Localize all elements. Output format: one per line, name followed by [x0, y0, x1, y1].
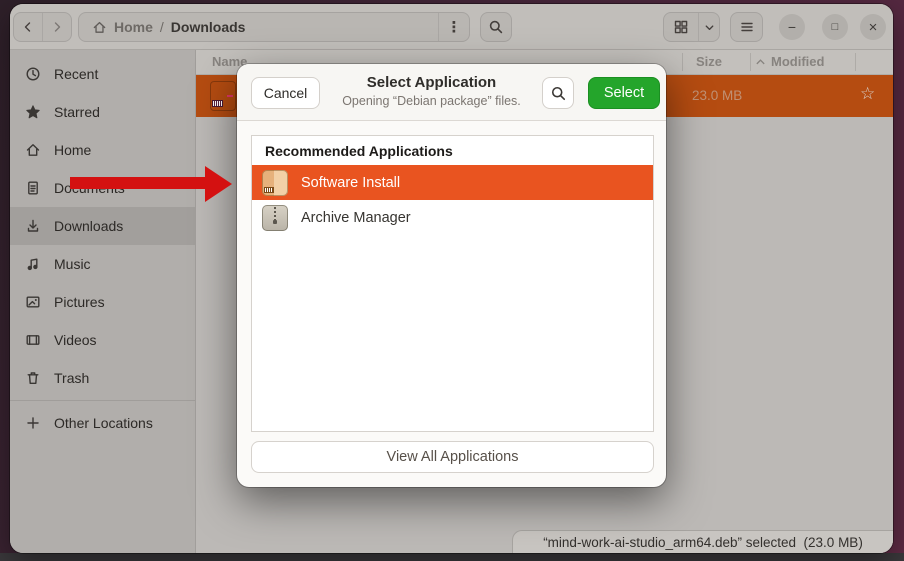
section-header: Recommended Applications [252, 136, 653, 165]
nav-buttons [13, 12, 72, 42]
menu-dots-icon: ⋮ [447, 18, 462, 36]
sidebar-separator [10, 400, 195, 401]
annotation-arrow [60, 158, 240, 214]
sidebar-item-music[interactable]: Music [10, 245, 195, 283]
dialog-headerbar: Cancel Select Application Opening “Debia… [237, 64, 666, 121]
location-menu-button[interactable]: ⋮ [438, 13, 469, 41]
sidebar-item-label: Pictures [54, 294, 105, 310]
column-divider [682, 53, 683, 71]
headerbar: Home / Downloads ⋮ [10, 4, 893, 50]
sidebar-item-label: Music [54, 256, 91, 272]
star-icon [25, 104, 41, 120]
app-row-software-install[interactable]: Software Install [252, 165, 653, 200]
dialog-subtitle: Opening “Debian package” files. [327, 94, 536, 108]
sidebar-item-label: Recent [54, 66, 98, 82]
sidebar-item-recent[interactable]: Recent [10, 55, 195, 93]
selection-status-text: “mind-work-ai-studio_arm64.deb” selected… [543, 535, 863, 550]
minimize-button[interactable]: − [779, 14, 805, 40]
download-icon [25, 218, 41, 234]
app-name: Archive Manager [301, 210, 411, 226]
sidebar-item-label: Starred [54, 104, 100, 120]
app-name: Software Install [301, 175, 400, 191]
breadcrumb-separator: / [160, 19, 164, 35]
grid-view-button[interactable] [664, 13, 698, 41]
video-icon [25, 332, 41, 348]
close-icon: × [869, 20, 878, 35]
dialog-search-button[interactable] [542, 77, 574, 109]
column-header-size[interactable]: Size [696, 54, 722, 69]
close-button[interactable]: × [860, 14, 886, 40]
minimize-icon: − [788, 20, 796, 34]
grid-view-icon [673, 19, 689, 35]
chevron-down-icon [703, 21, 716, 34]
view-options-button[interactable] [698, 13, 719, 41]
picture-icon [25, 294, 41, 310]
sidebar-item-label: Trash [54, 370, 89, 386]
search-icon [488, 19, 504, 35]
home-icon [25, 142, 41, 158]
view-all-applications-button[interactable]: View All Applications [251, 441, 654, 473]
select-application-dialog: Cancel Select Application Opening “Debia… [237, 64, 666, 487]
breadcrumb-current[interactable]: Downloads [171, 19, 246, 35]
selection-status-bubble: “mind-work-ai-studio_arm64.deb” selected… [512, 530, 893, 553]
select-button[interactable]: Select [588, 77, 660, 109]
sidebar-item-pictures[interactable]: Pictures [10, 283, 195, 321]
sidebar-item-videos[interactable]: Videos [10, 321, 195, 359]
home-icon [92, 20, 107, 35]
deb-package-icon [210, 81, 236, 111]
sort-ascending-icon [755, 58, 766, 66]
chevron-right-icon [50, 20, 64, 34]
star-outline-icon[interactable]: ☆ [860, 84, 875, 104]
software-install-icon [262, 170, 288, 196]
sidebar-item-label: Other Locations [54, 415, 153, 431]
forward-button[interactable] [42, 13, 71, 41]
breadcrumb[interactable]: Home / Downloads ⋮ [78, 12, 470, 42]
maximize-icon: □ [832, 22, 839, 33]
clock-icon [25, 66, 41, 82]
plus-icon [25, 415, 41, 431]
back-button[interactable] [14, 13, 42, 41]
sidebar-item-label: Downloads [54, 218, 123, 234]
cancel-button[interactable]: Cancel [251, 77, 320, 109]
dialog-title: Select Application [327, 74, 536, 91]
breadcrumb-path: Home / Downloads [79, 19, 438, 35]
sidebar-item-trash[interactable]: Trash [10, 359, 195, 397]
hamburger-icon [739, 19, 755, 35]
desktop: Home / Downloads ⋮ [0, 0, 904, 561]
recommended-apps-list: Recommended Applications Software Instal… [251, 135, 654, 432]
sidebar-item-starred[interactable]: Starred [10, 93, 195, 131]
maximize-button[interactable]: □ [822, 14, 848, 40]
sidebar-item-label: Videos [54, 332, 97, 348]
search-button[interactable] [480, 12, 512, 42]
archive-manager-icon [262, 205, 288, 231]
document-icon [25, 180, 41, 196]
view-toggle [663, 12, 720, 42]
sidebar-item-other-locations[interactable]: Other Locations [10, 404, 195, 442]
column-divider [855, 53, 856, 71]
music-note-icon [25, 256, 41, 272]
column-divider [750, 53, 751, 71]
dialog-title-block: Select Application Opening “Debian packa… [327, 74, 536, 108]
breadcrumb-home[interactable]: Home [114, 19, 153, 35]
column-header-modified[interactable]: Modified [771, 54, 824, 69]
file-size: 23.0 MB [692, 88, 742, 103]
app-row-archive-manager[interactable]: Archive Manager [252, 200, 653, 235]
search-icon [550, 85, 567, 102]
main-menu-button[interactable] [730, 12, 763, 42]
sidebar: Recent Starred Home Documents Downloads … [10, 50, 196, 553]
sidebar-item-label: Home [54, 142, 91, 158]
chevron-left-icon [21, 20, 35, 34]
trash-icon [25, 370, 41, 386]
desktop-bottom-strip [0, 553, 904, 561]
